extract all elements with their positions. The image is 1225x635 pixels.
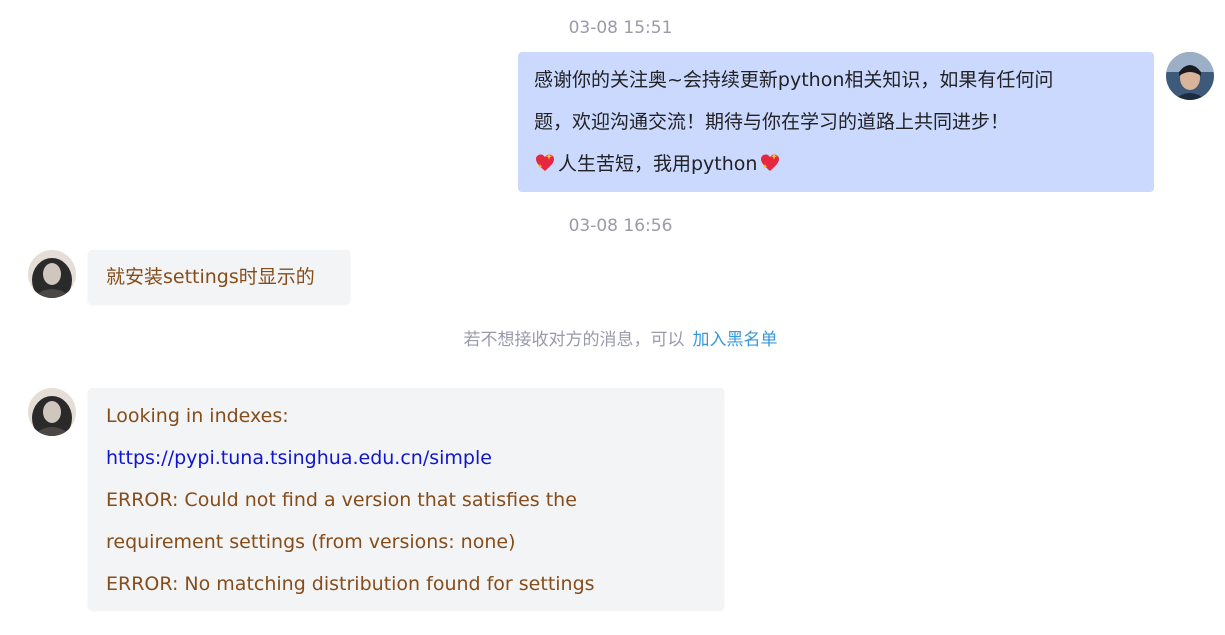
my-message-bubble: 感谢你的关注奥~会持续更新python相关知识，如果有任何问 题，欢迎沟通交流！… (518, 52, 1154, 192)
other-message-line: requirement settings (from versions: non… (106, 531, 516, 553)
avatar-other[interactable] (28, 250, 76, 298)
avatar-other[interactable] (28, 388, 76, 436)
other-message-line: ERROR: Could not find a version that sat… (106, 489, 577, 511)
other-message-text: 就安装settings时显示的 (106, 266, 315, 288)
sparkling-heart-icon (536, 153, 554, 171)
pypi-link[interactable]: https://pypi.tuna.tsinghua.edu.cn/simple (106, 437, 706, 479)
add-to-blacklist-link[interactable]: 加入黑名单 (693, 330, 778, 350)
other-message-bubble: Looking in indexes: https://pypi.tuna.ts… (88, 388, 724, 610)
timestamp: 03-08 16:56 (568, 216, 673, 236)
block-notice: 若不想接收对方的消息，可以 加入黑名单 (0, 329, 1225, 351)
my-message-line: 题，欢迎沟通交流！期待与你在学习的道路上共同进步！ (534, 111, 1010, 133)
sparkling-heart-icon (761, 153, 780, 171)
avatar-self[interactable] (1166, 52, 1214, 100)
other-message-line: ERROR: No matching distribution found fo… (106, 573, 595, 595)
block-notice-text: 若不想接收对方的消息，可以 (463, 330, 685, 350)
my-message-line: 感谢你的关注奥~会持续更新python相关知识，如果有任何问 (534, 69, 1054, 91)
other-message-bubble: 就安装settings时显示的 (88, 250, 350, 304)
my-message-line-text: 人生苦短，我用python (558, 153, 758, 175)
my-message-line: 人生苦短，我用python (534, 143, 1138, 185)
other-message-line: Looking in indexes: (106, 405, 289, 427)
timestamp: 03-08 15:51 (568, 18, 673, 38)
